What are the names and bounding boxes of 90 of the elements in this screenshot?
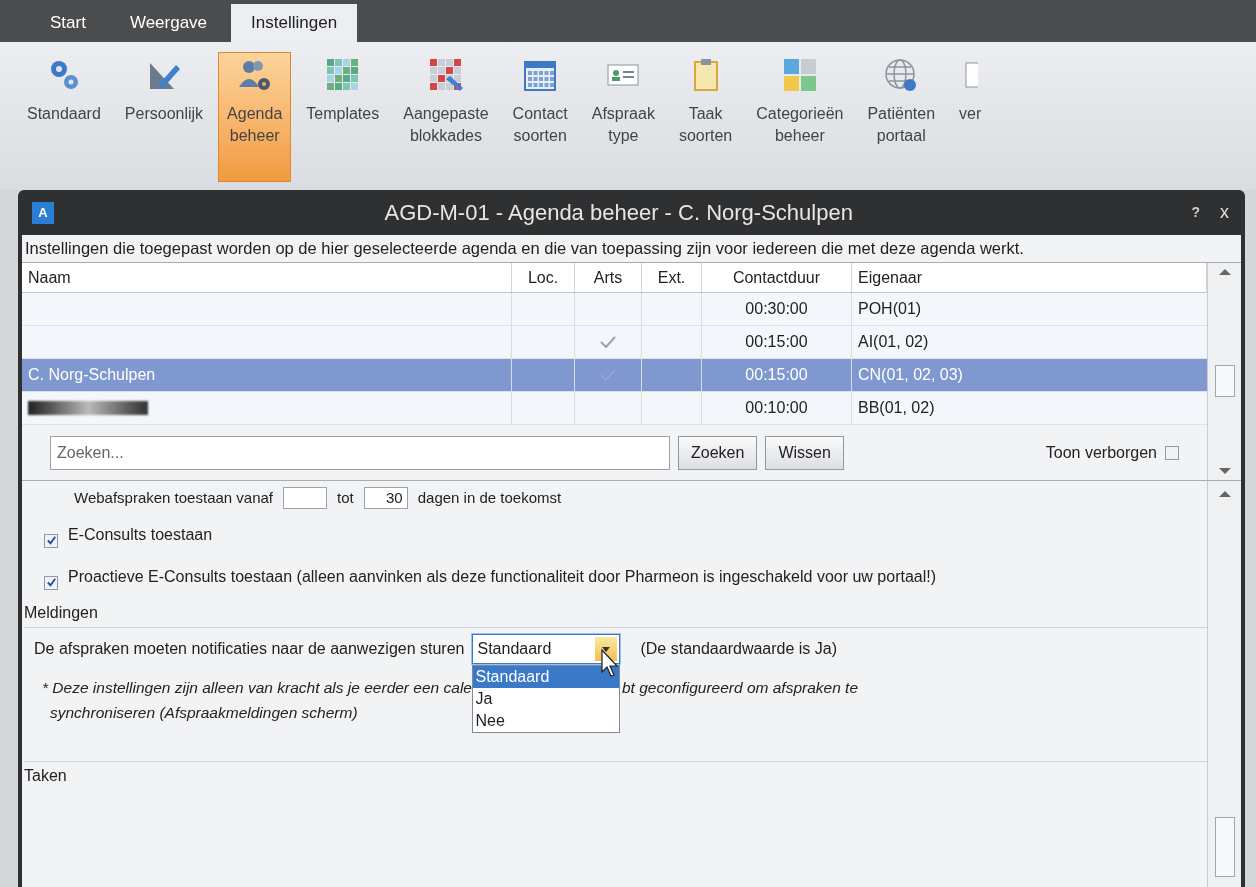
check-mark-icon [600,336,616,348]
dropdown-option[interactable]: Standaard [473,666,620,688]
setting-label: dagen in de toekomst [417,487,562,508]
table-cell-text: POH(01) [858,299,922,319]
ribbon-button[interactable]: Persoonlijk [115,52,213,182]
table-cell-text: BB(01, 02) [858,398,935,418]
table-cell: 00:10:00 [702,392,852,424]
ribbon-button[interactable]: Taak soorten [669,52,742,182]
setting-checkbox[interactable] [44,575,58,590]
ribbon-button[interactable]: ver [950,52,991,182]
footnote-text: synchroniseren (Afspraakmeldingen scherm) [50,703,358,724]
description-text: Instellingen die toegepast worden op de hier geselecteerde agenda en die van toepassing zijn voor iedereen die met deze agenda werkt. [24,238,1025,259]
table-cell: 00:15:00 [702,359,852,391]
table-cell: 00:15:00 [702,326,852,358]
search-button[interactable]: Zoeken [678,435,758,470]
ribbon-label: soorten [512,126,568,146]
calendar-wrench-icon [427,57,464,93]
ribbon-label: beheer [773,126,826,146]
ribbon-button[interactable]: Aangepaste blokkades [394,52,498,182]
ribbon-tab[interactable]: Start [30,4,106,42]
ribbon-label: Patiënten [867,104,936,124]
scrollbar[interactable] [1207,481,1241,887]
ribbon-button[interactable]: Templates [297,52,389,182]
setting-label: Webafspraken toestaan vanaf [74,487,274,508]
table-cell-text: C. Norg-Schulpen [28,365,156,385]
window-title: AGD-M-01 - Agenda beheer - C. Norg-Schulpen [383,199,854,227]
column-header[interactable]: Naam [22,263,512,292]
scroll-down-icon[interactable] [1218,468,1231,474]
table-cell-text: CN(01, 02, 03) [858,365,963,385]
ribbon-label: soorten [678,126,733,146]
checkbox-label: Proactieve E-Consults toestaan (alleen aanvinken als deze functionaliteit door Pharmeon is ingeschakeld voor uw portaal!) [68,567,937,587]
ribbon-button[interactable]: Contact soorten [503,52,577,182]
table-row[interactable]: 00:15:00 AI(01, 02) [22,326,1207,359]
ribbon-label: Categorieën [756,104,844,124]
ribbon-label: beheer [228,126,281,146]
section-heading: Meldingen [24,604,98,621]
ribbon-button[interactable]: Standaard [18,52,110,182]
ribbon-label: blokkades [408,126,483,146]
ribbon-label: Templates [306,104,380,124]
footnote-text: bt geconfigureerd om afspraken te [621,678,859,698]
scroll-up-icon[interactable] [1218,491,1231,497]
table-row[interactable]: 00:10:00 BB(01, 02) [22,392,1207,425]
close-button[interactable]: x [1208,199,1241,226]
notification-dropdown[interactable]: Standaard [472,634,621,664]
ribbon-button[interactable]: Agenda beheer [218,52,292,182]
dropdown-option[interactable]: Ja [473,688,620,710]
footnote-text: * Deze instellingen zijn alleen van kracht als je eerder een cale [42,678,472,698]
ribbon-button[interactable]: Afspraak type [582,52,664,182]
ribbon-label: type [607,126,640,146]
scroll-up-icon[interactable] [1218,269,1231,275]
days-from-field[interactable] [283,487,328,509]
scroll-thumb[interactable] [1214,365,1235,397]
ribbon-label: Standaard [27,104,101,124]
setting-label: De afspraken moeten notificaties naar de aanwezigen sturen [34,639,465,659]
setting-note: (De standaardwaarde is Ja) [640,639,838,659]
setting-checkbox[interactable] [44,533,58,548]
section-heading: Taken [24,766,67,784]
checkbox-label: E-Consults toestaan [68,525,213,545]
setting-label: tot [337,487,354,508]
ribbon-label: Aangepaste [403,104,489,124]
dropdown-option[interactable]: Nee [473,710,620,732]
ribbon-label: Agenda [227,104,283,124]
days-to-field[interactable]: 30 [363,487,408,509]
search-field[interactable]: Zoeken... [50,435,670,470]
scroll-thumb[interactable] [1214,817,1235,877]
ribbon-button[interactable]: Patiënten portaal [858,52,945,182]
color-squares-icon [781,57,818,93]
ribbon-label: ver [959,104,982,124]
ribbon-button[interactable]: Categorieën beheer [747,52,853,182]
help-button[interactable]: ? [1183,202,1208,223]
show-hidden-checkbox[interactable] [1165,445,1179,460]
search-button[interactable]: Wissen [765,435,844,470]
grid-icon [324,57,361,93]
ribbon-tab[interactable]: Weergave [109,4,228,42]
ribbon-label: Contact [512,104,568,124]
ribbon-tab[interactable]: Instellingen [231,4,358,42]
ribbon-label: portaal [875,126,927,146]
ribbon-label: Afspraak [591,104,655,124]
ribbon-label: Persoonlijk [124,104,204,124]
table-cell-text: AI(01, 02) [858,332,929,352]
checkbox-label: Toon verborgen [1045,442,1157,463]
scrollbar[interactable] [1207,263,1241,480]
column-header[interactable]: Contactduur [702,263,852,292]
table-cell: 00:30:00 [702,293,852,325]
column-header[interactable]: Arts [575,263,642,292]
column-header[interactable]: Loc. [512,263,575,292]
column-header[interactable]: Ext. [642,263,702,292]
app-logo-icon: A [32,201,54,224]
table-row[interactable]: 00:30:00 POH(01) [22,293,1207,326]
ribbon-label: Taak [687,104,724,124]
